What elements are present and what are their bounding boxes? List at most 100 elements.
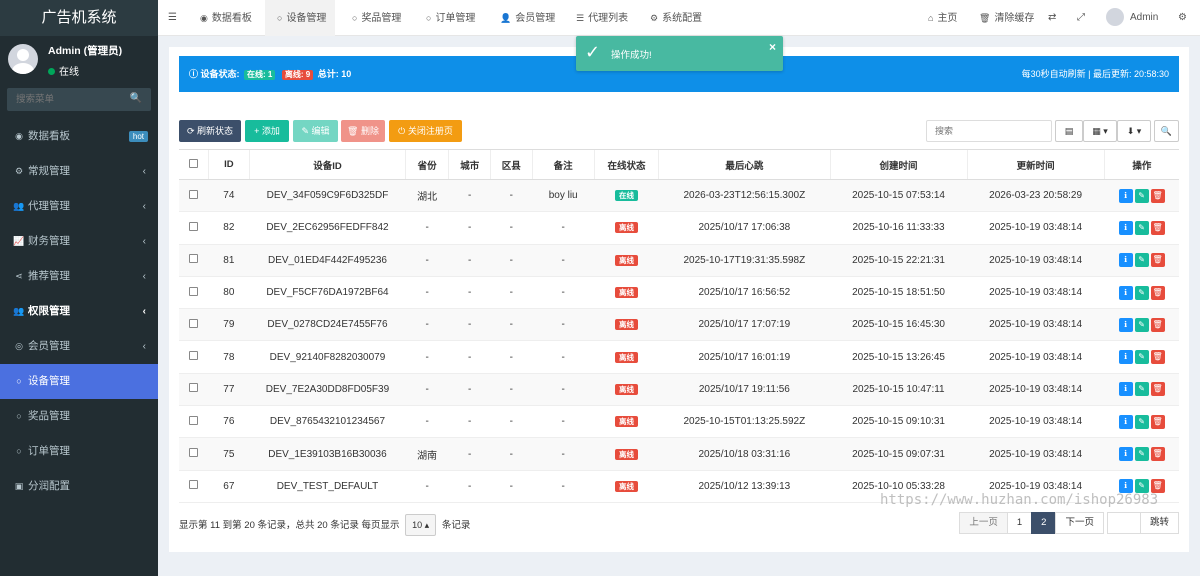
delete-icon[interactable]: 🗑 bbox=[1150, 447, 1165, 462]
delete-icon[interactable]: 🗑 bbox=[1150, 220, 1165, 235]
column-header[interactable]: 更新时间 bbox=[966, 149, 1105, 180]
close-register-button[interactable]: ⏻ 关闭注册页 bbox=[389, 120, 462, 142]
page-button[interactable]: 1 bbox=[1006, 512, 1033, 534]
edit-button[interactable]: ✎ 编辑 bbox=[293, 120, 338, 142]
search-icon[interactable]: 🔍 bbox=[130, 93, 142, 104]
table-row[interactable]: 81 DEV_01ED4F442F495236- - - - 离线 2025-10-17T1… bbox=[179, 244, 1179, 277]
sidebar-item-4[interactable]: ⋖ 推荐管理 ‹ bbox=[0, 259, 158, 294]
row-checkbox[interactable] bbox=[189, 221, 199, 231]
edit-icon[interactable]: ✎ bbox=[1134, 382, 1149, 397]
edit-icon[interactable]: ✎ bbox=[1134, 414, 1149, 429]
prev-page-button[interactable]: 上一页 bbox=[959, 512, 1008, 534]
page-button[interactable]: 2 bbox=[1031, 512, 1057, 534]
close-icon[interactable]: × bbox=[769, 40, 776, 54]
refresh-status-button[interactable]: ⟳ 刷新状态 bbox=[179, 120, 241, 142]
sidebar-item-0[interactable]: ◉ 数据看板 hot bbox=[0, 119, 158, 154]
edit-icon[interactable]: ✎ bbox=[1134, 285, 1149, 300]
table-row[interactable]: 74 DEV_34F059C9F6D325DF 湖北 - - boy liu 在线 2026-… bbox=[179, 179, 1179, 213]
sidebar-item-8[interactable]: ○ 奖品管理 bbox=[0, 399, 158, 434]
table-row[interactable]: 75 DEV_1E39103B16B30036 湖南 - - - 离线 2025/10/18 … bbox=[179, 437, 1179, 471]
detail-icon[interactable]: ℹ bbox=[1118, 414, 1133, 429]
sidebar-item-1[interactable]: ⚙ 常规管理 ‹ bbox=[0, 154, 158, 189]
detail-icon[interactable]: ℹ bbox=[1118, 382, 1133, 397]
detail-icon[interactable]: ℹ bbox=[1118, 317, 1133, 332]
table-row[interactable]: 79 DEV_0278CD24E7455F76- - - - 离线 2025/10/17 1… bbox=[179, 308, 1179, 342]
delete-icon[interactable]: 🗑 bbox=[1150, 317, 1165, 332]
sidebar-item-9[interactable]: ○ 订单管理 bbox=[0, 434, 158, 469]
column-header[interactable]: 创建时间 bbox=[829, 149, 968, 180]
jump-button[interactable]: 跳转 bbox=[1139, 512, 1179, 534]
table-search-input[interactable] bbox=[926, 120, 1052, 142]
delete-icon[interactable]: 🗑 bbox=[1150, 414, 1165, 429]
toggle-view-button[interactable]: ▤ bbox=[1055, 120, 1083, 142]
clear-cache-link[interactable]: 🗑 清除缓存 bbox=[979, 0, 1034, 36]
row-checkbox[interactable] bbox=[189, 448, 199, 458]
detail-icon[interactable]: ℹ bbox=[1118, 253, 1133, 268]
sidebar-item-6[interactable]: ◎ 会员管理 ‹ bbox=[0, 329, 158, 364]
edit-icon[interactable]: ✎ bbox=[1134, 350, 1149, 365]
column-header[interactable]: 最后心跳 bbox=[658, 149, 831, 180]
menu-toggle-icon[interactable]: ☰ bbox=[168, 0, 177, 36]
detail-icon[interactable]: ℹ bbox=[1118, 447, 1133, 462]
row-checkbox[interactable] bbox=[189, 286, 199, 296]
tab-3[interactable]: ○ 订单管理 bbox=[414, 0, 484, 36]
column-header[interactable]: 备注 bbox=[531, 149, 595, 180]
detail-icon[interactable]: ℹ bbox=[1118, 188, 1133, 203]
tab-4[interactable]: 👤 会员管理 bbox=[488, 0, 560, 36]
columns-button[interactable]: ▦ ▾ bbox=[1083, 120, 1117, 142]
detail-icon[interactable]: ℹ bbox=[1118, 220, 1133, 235]
user-menu[interactable]: Admin bbox=[1106, 0, 1158, 36]
edit-icon[interactable]: ✎ bbox=[1134, 447, 1149, 462]
select-all-checkbox[interactable] bbox=[188, 158, 198, 168]
column-header[interactable]: ID bbox=[207, 149, 250, 180]
settings-icon[interactable]: ⚙ bbox=[1178, 0, 1187, 36]
edit-icon[interactable]: ✎ bbox=[1134, 317, 1149, 332]
fullscreen-icon[interactable]: ⤢ bbox=[1077, 0, 1085, 36]
sidebar-item-10[interactable]: ▣ 分润配置 bbox=[0, 469, 158, 504]
home-link[interactable]: ⌂ 主页 bbox=[928, 0, 957, 36]
table-row[interactable]: 80 DEV_F5CF76DA1972BF64- - - - 离线 2025/10/17 1… bbox=[179, 276, 1179, 310]
row-checkbox[interactable] bbox=[189, 254, 199, 264]
row-checkbox[interactable] bbox=[189, 383, 199, 393]
sidebar-item-3[interactable]: 📈 财务管理 ‹ bbox=[0, 224, 158, 259]
delete-icon[interactable]: 🗑 bbox=[1150, 382, 1165, 397]
row-checkbox[interactable] bbox=[189, 480, 199, 490]
column-header[interactable]: 设备ID bbox=[249, 149, 406, 180]
app-logo[interactable]: 广告机系统 bbox=[0, 0, 158, 36]
export-button[interactable]: ⬇ ▾ bbox=[1117, 120, 1151, 142]
edit-icon[interactable]: ✎ bbox=[1134, 188, 1149, 203]
advanced-search-button[interactable]: 🔍 bbox=[1154, 120, 1179, 142]
sidebar-item-2[interactable]: 👥 代理管理 ‹ bbox=[0, 189, 158, 224]
column-header[interactable]: 在线状态 bbox=[593, 149, 659, 180]
column-header[interactable]: 省份 bbox=[404, 149, 449, 180]
sidebar-item-5[interactable]: 👥 权限管理 ‹ bbox=[0, 294, 158, 329]
tab-2[interactable]: ○ 奖品管理 bbox=[340, 0, 410, 36]
translate-icon[interactable]: ⇄ bbox=[1048, 0, 1056, 36]
table-row[interactable]: 77 DEV_7E2A30DD8FD05F39- - - - 离线 2025/10/17 1… bbox=[179, 373, 1179, 407]
tab-0[interactable]: ◉ 数据看板 bbox=[188, 0, 258, 36]
table-row[interactable]: 76 DEV_8765432101234567- - - - 离线 2025-10-15T0… bbox=[179, 405, 1179, 439]
tab-6[interactable]: ⚙ 系统配置 bbox=[638, 0, 718, 36]
sidebar-item-7[interactable]: ○ 设备管理 bbox=[0, 364, 158, 399]
table-row[interactable]: 78 DEV_92140F8282030079- - - - 离线 2025/10/17 1… bbox=[179, 340, 1179, 374]
add-button[interactable]: + 添加 bbox=[245, 120, 289, 142]
delete-icon[interactable]: 🗑 bbox=[1150, 350, 1165, 365]
page-size-select[interactable]: 10 ▴ bbox=[405, 514, 437, 536]
edit-icon[interactable]: ✎ bbox=[1134, 253, 1149, 268]
row-checkbox[interactable] bbox=[189, 351, 199, 361]
column-header[interactable]: 区县 bbox=[489, 149, 533, 180]
edit-icon[interactable]: ✎ bbox=[1134, 220, 1149, 235]
row-checkbox[interactable] bbox=[189, 415, 199, 425]
next-page-button[interactable]: 下一页 bbox=[1055, 512, 1104, 534]
row-checkbox[interactable] bbox=[189, 318, 199, 328]
row-checkbox[interactable] bbox=[189, 189, 199, 199]
jump-page-input[interactable] bbox=[1106, 512, 1141, 534]
delete-icon[interactable]: 🗑 bbox=[1150, 188, 1165, 203]
column-header[interactable]: 操作 bbox=[1103, 149, 1179, 180]
detail-icon[interactable]: ℹ bbox=[1118, 350, 1133, 365]
delete-icon[interactable]: 🗑 bbox=[1150, 285, 1165, 300]
delete-button[interactable]: 🗑 删除 bbox=[341, 120, 385, 142]
column-header[interactable]: 城市 bbox=[448, 149, 491, 180]
tab-5[interactable]: ☰ 代理列表 bbox=[564, 0, 634, 36]
table-row[interactable]: 82 DEV_2EC62956FEDFF842- - - - 离线 2025/10/17 1… bbox=[179, 211, 1179, 245]
